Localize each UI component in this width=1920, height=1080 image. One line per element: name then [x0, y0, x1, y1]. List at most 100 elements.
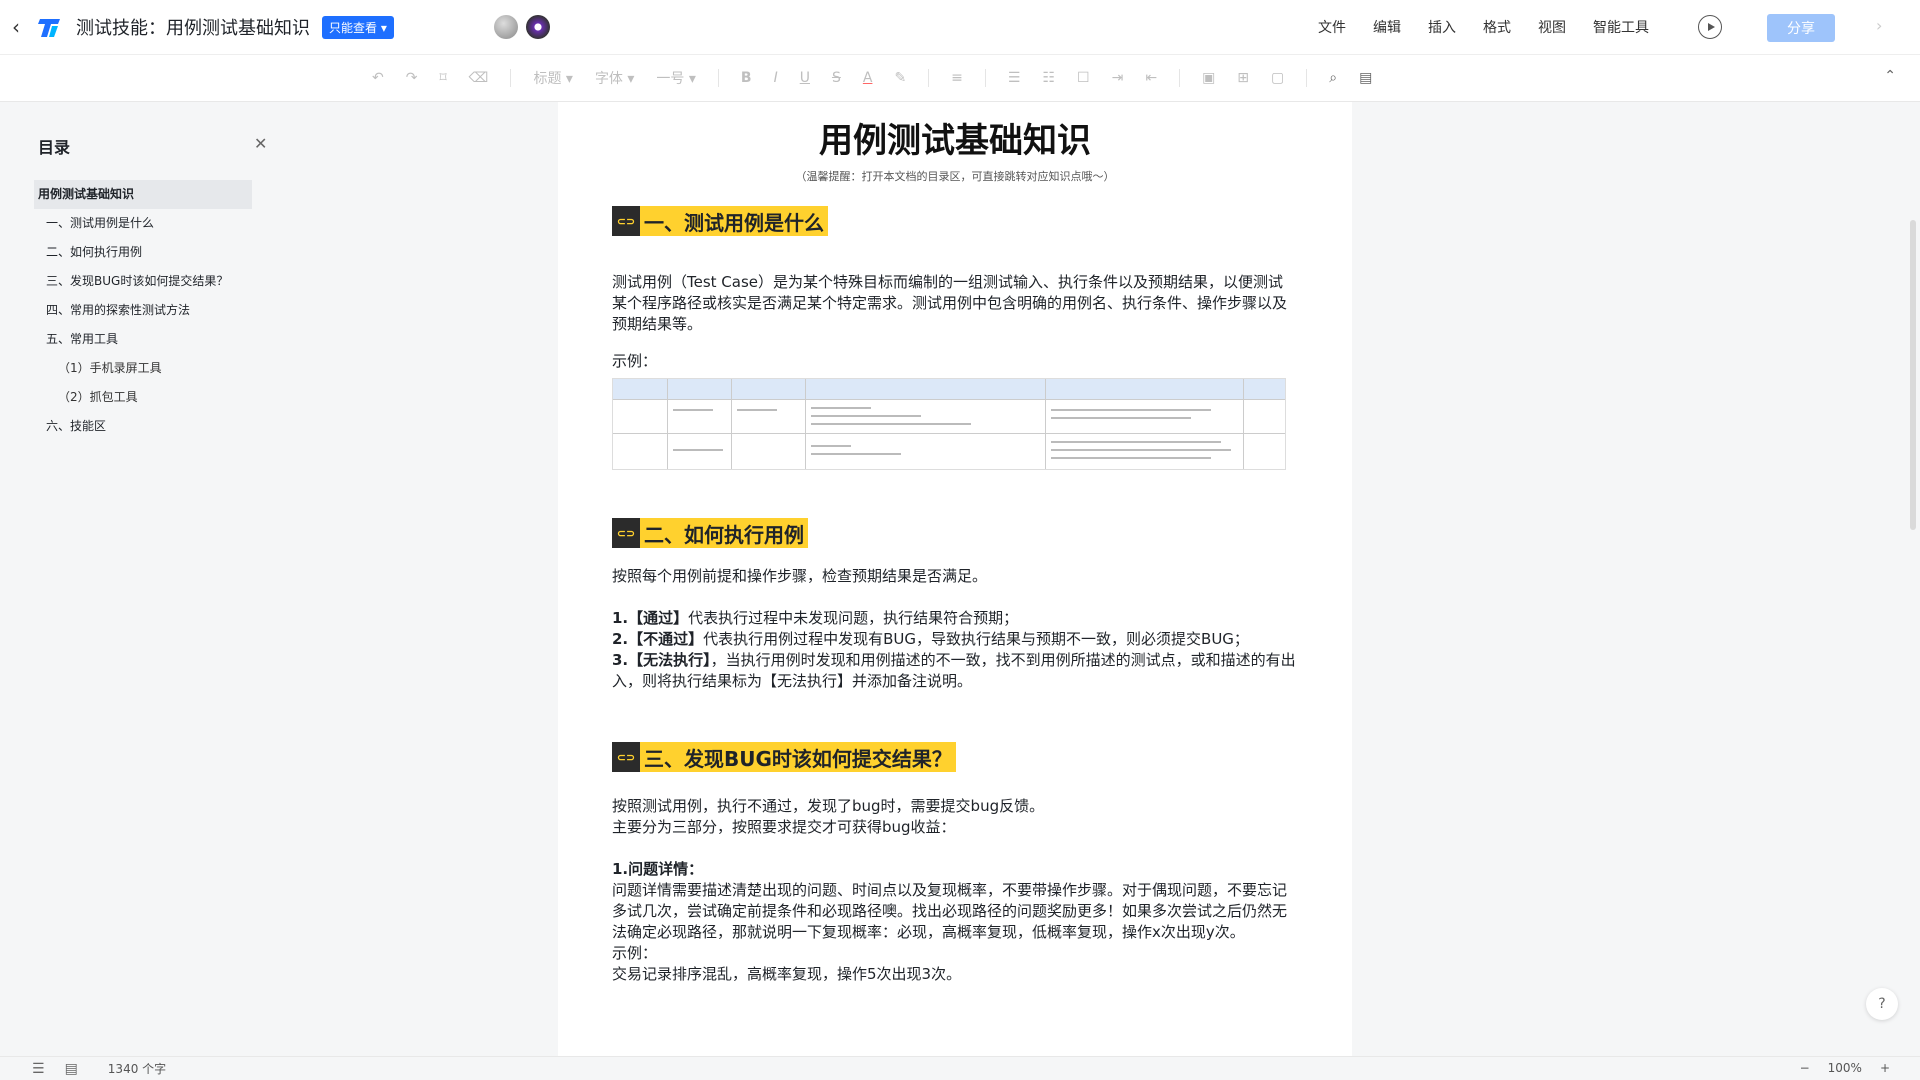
toc-title: 目录 — [38, 138, 71, 157]
table-col-line — [1045, 379, 1046, 469]
underline-icon[interactable]: U — [800, 70, 810, 86]
section-3-heading-wrap: ⊂⊃ 三、发现BUG时该如何提交结果？ — [612, 742, 1298, 772]
outline-view-icon[interactable]: ☰ — [32, 1061, 45, 1077]
zoom-level[interactable]: 100% — [1828, 1061, 1862, 1075]
share-button[interactable]: 分享 — [1767, 14, 1835, 42]
avatar[interactable] — [493, 15, 518, 39]
toolbar-divider — [717, 69, 719, 87]
size-select-label: 一号 — [656, 71, 685, 87]
page-view-icon[interactable]: ▤ — [65, 1061, 78, 1077]
table-col-line — [731, 379, 732, 469]
help-icon[interactable]: ? — [1866, 988, 1898, 1020]
table-col-line — [667, 379, 668, 469]
indent-icon[interactable]: ⇥ — [1112, 70, 1124, 86]
list-item-text: 代表执行过程中未发现问题，执行结果符合预期； — [688, 609, 1019, 627]
sub-heading: 1.问题详情： — [612, 860, 704, 878]
font-select[interactable]: 字体 ▾ — [595, 68, 634, 88]
scrollbar[interactable] — [1910, 220, 1916, 530]
comment-icon[interactable]: ▢ — [1271, 70, 1284, 86]
numbered-list-icon[interactable]: ☷ — [1042, 70, 1055, 86]
present-icon[interactable] — [1698, 15, 1722, 39]
paragraph: 按照每个用例前提和操作步骤，检查预期结果是否满足。 — [612, 567, 988, 585]
menu-file[interactable]: 文件 — [1318, 17, 1346, 37]
table-text-line — [1051, 409, 1211, 411]
table-text-line — [1051, 457, 1211, 459]
section-heading: ⊂⊃ 三、发现BUG时该如何提交结果？ — [612, 742, 956, 772]
style-select[interactable]: 标题 ▾ — [533, 68, 572, 88]
close-icon[interactable]: ✕ — [254, 134, 267, 153]
toolbar-divider — [510, 69, 512, 87]
highlight-icon[interactable]: ✎ — [894, 70, 906, 86]
bullet-list-icon[interactable]: ☰ — [1008, 70, 1021, 86]
strikethrough-icon[interactable]: S — [832, 70, 841, 86]
redo-icon[interactable]: ↷ — [406, 70, 418, 86]
align-icon[interactable]: ≡ — [951, 70, 963, 86]
toc-item[interactable]: 四、常用的探索性测试方法 — [34, 296, 252, 325]
list-item-text: 代表执行用例过程中发现有BUG，导致执行结果与预期不一致，则必须提交BUG； — [703, 630, 1249, 648]
table-text-line — [811, 445, 851, 447]
toc-item[interactable]: 六、技能区 — [34, 412, 252, 441]
section-heading: ⊂⊃ 一、测试用例是什么 — [612, 206, 828, 236]
avatar[interactable] — [525, 15, 550, 39]
undo-icon[interactable]: ↶ — [372, 70, 384, 86]
toc-item[interactable]: 二、如何执行用例 — [34, 238, 252, 267]
toc-item[interactable]: 五、常用工具 — [34, 325, 252, 354]
outdent-icon[interactable]: ⇤ — [1145, 70, 1157, 86]
zoom-control: − 100% + — [1800, 1061, 1890, 1075]
toc-item[interactable]: 三、发现BUG时该如何提交结果？ — [34, 267, 252, 296]
list-item: 3.【无法执行】，当执行用例时发现和用例描述的不一致，找不到用例所描述的测试点，… — [612, 650, 1298, 692]
toc-item[interactable]: （2）抓包工具 — [34, 383, 252, 412]
collapse-toolbar-icon[interactable]: ⌃ — [1884, 68, 1896, 84]
style-select-label: 标题 — [533, 71, 562, 87]
table-icon[interactable]: ⊞ — [1237, 70, 1249, 86]
format-painter-icon[interactable]: ⌑ — [439, 70, 446, 86]
zoom-out-button[interactable]: − — [1800, 1061, 1810, 1075]
bold-icon[interactable]: B — [741, 70, 752, 86]
table-col-line — [805, 379, 806, 469]
zoom-in-button[interactable]: + — [1880, 1061, 1890, 1075]
italic-icon[interactable]: I — [774, 70, 778, 86]
table-text-line — [673, 449, 723, 451]
link-icon: ⊂⊃ — [612, 742, 640, 772]
paragraph: 主要分为三部分，按照要求提交才可获得bug收益： — [612, 818, 956, 836]
menu-insert[interactable]: 插入 — [1428, 17, 1456, 37]
toc-item[interactable]: 一、测试用例是什么 — [34, 209, 252, 238]
more-icon[interactable]: › — [1876, 16, 1882, 35]
toc-list: 用例测试基础知识 一、测试用例是什么 二、如何执行用例 三、发现BUG时该如何提… — [34, 180, 252, 441]
toolbar-divider — [1306, 69, 1308, 87]
find-icon[interactable]: ⌕ — [1329, 70, 1337, 86]
document-icon[interactable]: ▤ — [1359, 70, 1372, 86]
document-heading: 用例测试基础知识 — [819, 121, 1091, 161]
section-heading-text: 一、测试用例是什么 — [644, 210, 824, 235]
section-heading-text: 三、发现BUG时该如何提交结果？ — [644, 746, 952, 771]
menu-edit[interactable]: 编辑 — [1373, 17, 1401, 37]
list-item: 1.【通过】代表执行过程中未发现问题，执行结果符合预期； — [612, 608, 1298, 629]
toolbar-divider — [928, 69, 930, 87]
toc-item[interactable]: 用例测试基础知识 — [34, 180, 252, 209]
status-bar: ☰ ▤ 1340 个字 − 100% + — [0, 1056, 1920, 1080]
back-icon[interactable]: ‹ — [12, 17, 32, 37]
section-heading: ⊂⊃ 二、如何执行用例 — [612, 518, 808, 548]
clear-format-icon[interactable]: ⌫ — [469, 70, 489, 86]
link-icon: ⊂⊃ — [612, 206, 640, 236]
list-item-label: 3.【无法执行】 — [612, 651, 711, 669]
toc-item[interactable]: （1）手机录屏工具 — [34, 354, 252, 383]
table-text-line — [673, 409, 713, 411]
permission-badge[interactable]: 只能查看 ▾ — [322, 15, 394, 39]
size-select[interactable]: 一号 ▾ — [656, 68, 695, 88]
table-text-line — [811, 415, 921, 417]
table-text-line — [811, 407, 871, 409]
section-2-heading-wrap: ⊂⊃ 二、如何执行用例 — [612, 518, 1298, 548]
checklist-icon[interactable]: ☐ — [1077, 70, 1090, 86]
list-item: 2.【不通过】代表执行用例过程中发现有BUG，导致执行结果与预期不一致，则必须提… — [612, 629, 1298, 650]
paragraph: 交易记录排序混乱，高概率复现，操作5次出现3次。 — [612, 965, 962, 983]
menu-view[interactable]: 视图 — [1538, 17, 1566, 37]
menu-smart-tools[interactable]: 智能工具 — [1593, 17, 1649, 37]
font-color-icon[interactable]: A — [863, 70, 873, 86]
tip-text: （温馨提醒：打开本文档的目录区，可直接跳转对应知识点哦～） — [795, 170, 1115, 183]
table-header-bg — [613, 379, 1285, 399]
menu-format[interactable]: 格式 — [1483, 17, 1511, 37]
permission-label: 只能查看 — [329, 20, 378, 35]
image-icon[interactable]: ▣ — [1202, 70, 1215, 86]
list-item-label: 1.【通过】 — [612, 609, 689, 627]
